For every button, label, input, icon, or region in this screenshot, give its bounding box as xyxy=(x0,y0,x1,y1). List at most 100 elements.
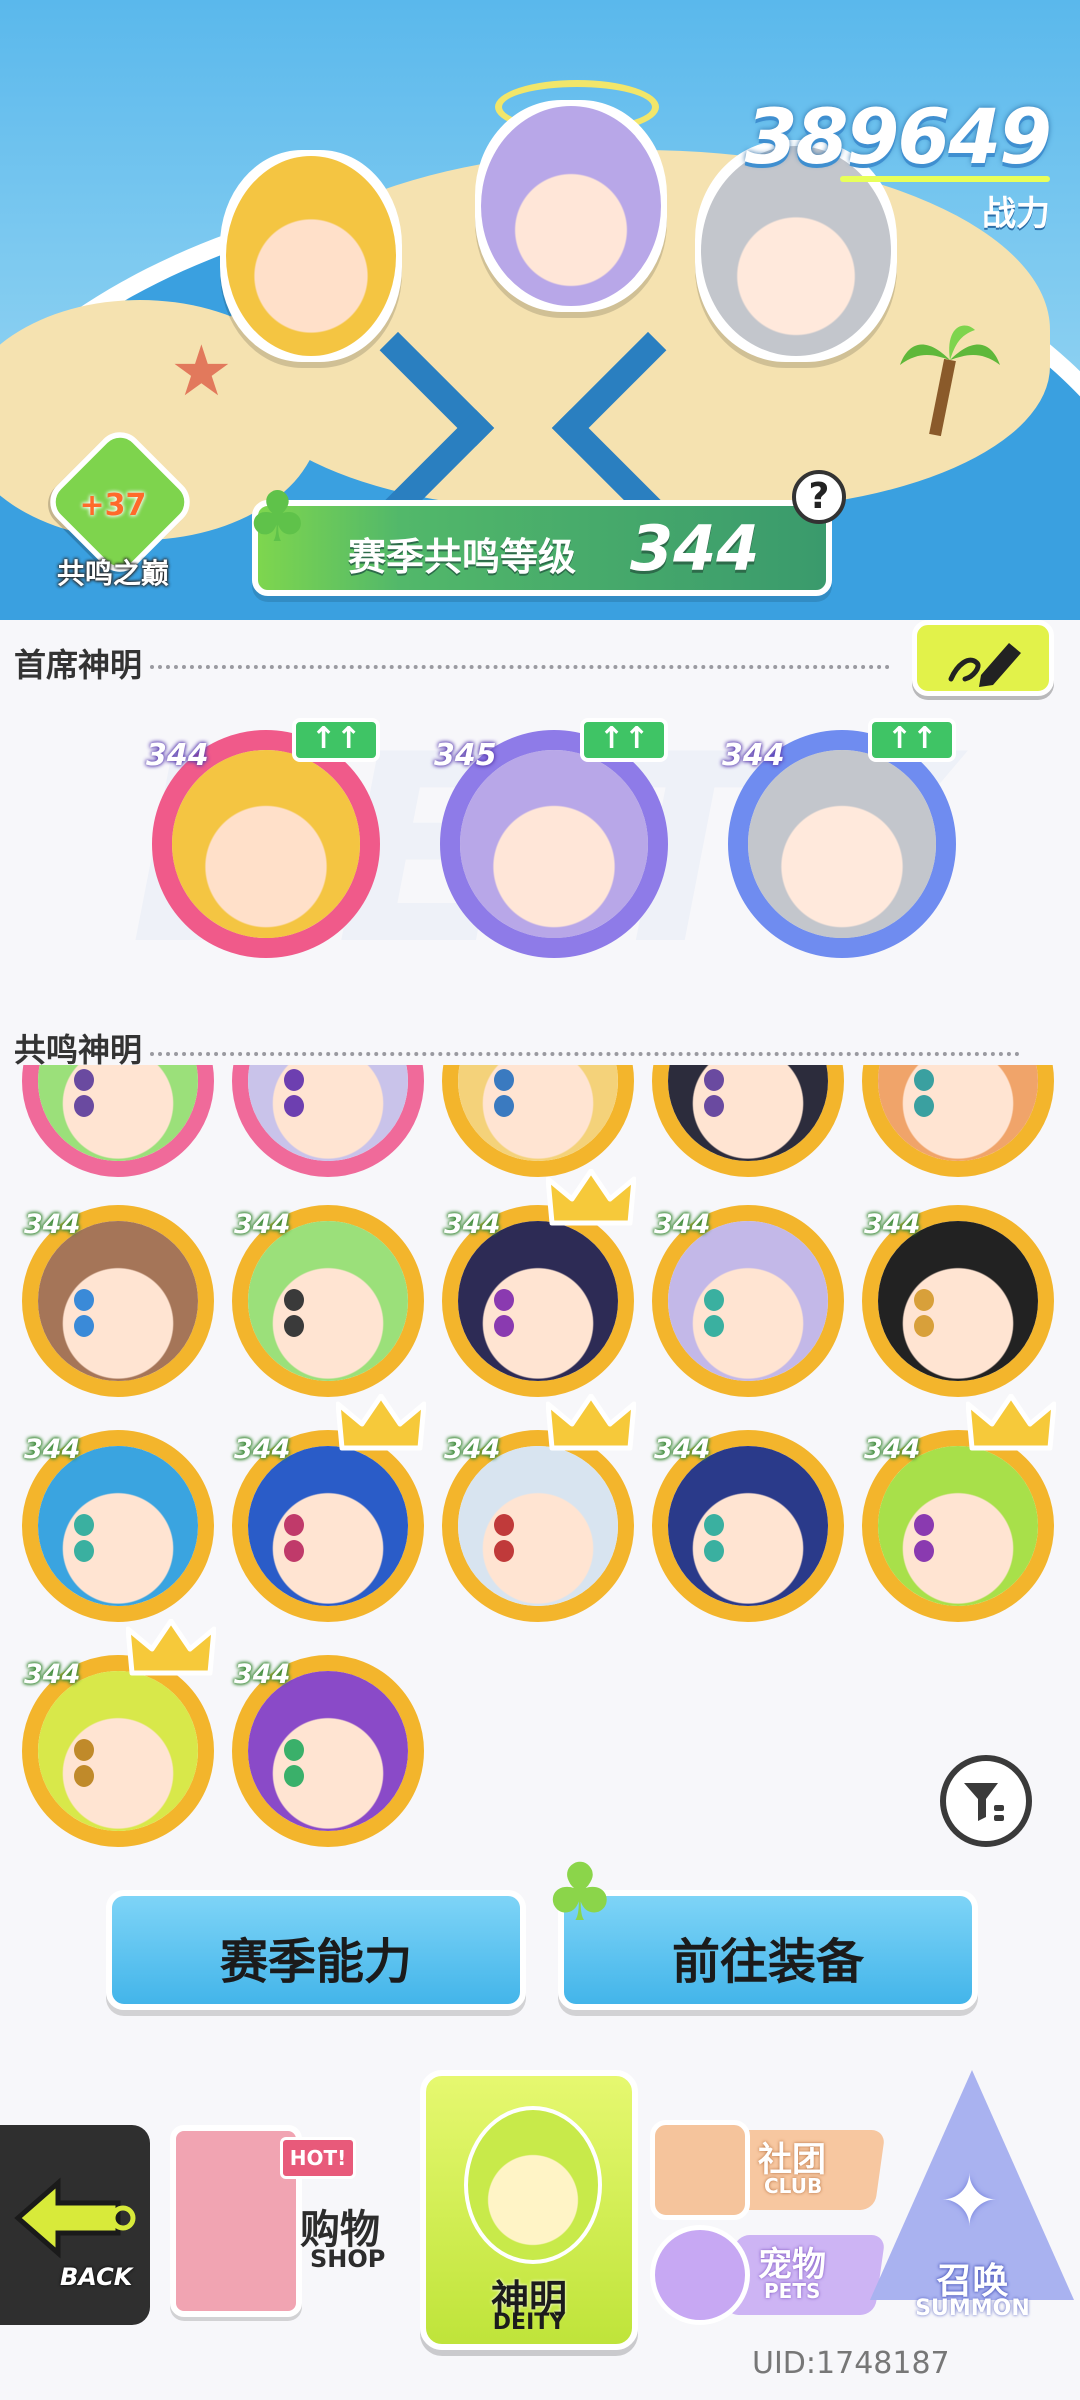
pets-button[interactable]: 宠物 PETS xyxy=(640,2225,886,2325)
deity-eyes xyxy=(494,1289,582,1337)
crown-icon xyxy=(336,1394,426,1451)
summon-button[interactable]: ✦ 召唤 SUMMON xyxy=(870,2070,1075,2335)
resonance-label: 赛季共鸣等级 xyxy=(348,535,577,579)
resonance-deity-card[interactable]: 344 xyxy=(652,1205,844,1397)
deity-portrait xyxy=(172,750,360,938)
combat-power-value: 389649 xyxy=(744,92,1052,181)
deity-level: 345 xyxy=(434,738,497,773)
deity-level: 344 xyxy=(722,738,785,773)
summon-sublabel: SUMMON xyxy=(915,2296,1030,2321)
resonance-deity-card[interactable]: 344 xyxy=(862,1205,1054,1397)
peak-name: 共鸣之巅 xyxy=(56,557,169,590)
back-button[interactable]: BACK xyxy=(0,2125,150,2325)
deity-level: 344 xyxy=(24,1659,81,1690)
deity-level: 344 xyxy=(24,1209,81,1240)
back-arrow-icon xyxy=(14,2177,136,2259)
deity-eyes xyxy=(74,1289,162,1337)
club-sublabel: CLUB xyxy=(764,2174,823,2198)
deity-level: 344 xyxy=(654,1209,711,1240)
back-label: BACK xyxy=(60,2263,133,2291)
filter-icon xyxy=(964,1783,1004,1821)
user-id: UID:1748187 xyxy=(752,2346,950,2381)
chief-deity-card[interactable]: 344 ↑↑ xyxy=(146,718,380,958)
resonance-deity-card[interactable] xyxy=(232,1065,424,1177)
deity-eyes xyxy=(914,1069,1002,1117)
resonance-deity-grid: 344 344 344 344 344 344 344 344 344 344 344 344 xyxy=(0,1065,1080,1895)
season-resonance-level-bar: ♣ 赛季共鸣等级 344 xyxy=(246,476,832,596)
deity-eyes xyxy=(284,1289,372,1337)
deity-eyes xyxy=(494,1514,582,1562)
crown-icon xyxy=(966,1394,1056,1451)
crown-icon xyxy=(546,1169,636,1226)
help-button[interactable]: ? xyxy=(792,470,846,524)
shop-button[interactable]: HOT! 购物 SHOP xyxy=(160,2085,400,2335)
upgrade-arrow-icon: ↑↑ xyxy=(868,718,956,762)
team-scene: ★ 389649 战力 +37 共鸣之巅 ♣ 赛季共鸣等级 344 ? xyxy=(0,0,1080,620)
upgrade-arrow-icon: ↑↑ xyxy=(580,718,668,762)
resonance-deity-card[interactable]: 344 xyxy=(22,1619,216,1847)
team-character-2[interactable] xyxy=(475,100,667,312)
resonance-deity-card[interactable]: 344 xyxy=(232,1394,426,1622)
resonance-deity-card[interactable]: 344 xyxy=(22,1430,214,1622)
deity-eyes xyxy=(284,1069,372,1117)
section-divider xyxy=(150,1052,1020,1056)
palm-leaf-icon: ♣ xyxy=(246,476,309,558)
bottom-navigation: BACK HOT! 购物 SHOP 神明 DEITY 社团 CLUB 宠物 PE… xyxy=(0,2050,1080,2350)
resonance-deity-card[interactable] xyxy=(862,1065,1054,1177)
resonance-deity-card[interactable] xyxy=(652,1065,844,1177)
deity-eyes xyxy=(494,1069,582,1117)
deity-level: 344 xyxy=(234,1434,291,1465)
resonance-deity-card[interactable] xyxy=(442,1065,634,1177)
deity-level: 344 xyxy=(146,738,209,773)
deity-level: 344 xyxy=(864,1434,921,1465)
chief-deity-title: 首席神明 xyxy=(14,646,143,684)
deity-level: 344 xyxy=(234,1659,291,1690)
chief-deity-card[interactable]: 344 ↑↑ xyxy=(722,718,956,958)
resonance-deity-card[interactable]: 344 xyxy=(442,1394,636,1622)
deity-portrait xyxy=(460,750,648,938)
deity-eyes xyxy=(704,1514,792,1562)
resonance-deity-card[interactable]: 344 xyxy=(862,1394,1056,1622)
resonance-deity-card[interactable]: 344 xyxy=(232,1205,424,1397)
deity-avatar-icon xyxy=(464,2106,602,2264)
season-ability-button[interactable]: 赛季能力 xyxy=(106,1890,526,2010)
crown-icon xyxy=(126,1619,216,1676)
pencil-icon xyxy=(948,643,1021,687)
deity-eyes xyxy=(914,1289,1002,1337)
palm-tree-icon xyxy=(900,325,1000,437)
deity-level: 344 xyxy=(654,1434,711,1465)
resonance-deity-card[interactable]: 344 xyxy=(22,1205,214,1397)
deity-eyes xyxy=(704,1069,792,1117)
deity-tab-button[interactable]: 神明 DEITY xyxy=(420,2070,638,2350)
deity-eyes xyxy=(74,1514,162,1562)
team-character-1[interactable] xyxy=(220,150,402,362)
starfish-icon: ★ xyxy=(170,330,233,412)
deity-eyes xyxy=(74,1069,162,1117)
edit-team-button[interactable] xyxy=(912,620,1054,696)
deity-level: 344 xyxy=(24,1434,81,1465)
chief-deity-card[interactable]: 345 ↑↑ xyxy=(434,718,668,958)
pet-icon xyxy=(650,2225,750,2325)
club-button[interactable]: 社团 CLUB xyxy=(640,2120,886,2220)
season-ability-label: 赛季能力 xyxy=(219,1934,412,1990)
resonance-level: 344 xyxy=(630,512,760,585)
crown-icon xyxy=(546,1394,636,1451)
deity-level: 344 xyxy=(444,1434,501,1465)
filter-button[interactable] xyxy=(940,1755,1032,1847)
club-bag-icon xyxy=(650,2120,750,2220)
deity-eyes xyxy=(704,1289,792,1337)
pets-sublabel: PETS xyxy=(764,2279,821,2303)
deity-eyes xyxy=(284,1514,372,1562)
combat-power-label: 战力 xyxy=(982,194,1050,234)
hot-badge: HOT! xyxy=(280,2137,356,2179)
deity-level: 344 xyxy=(864,1209,921,1240)
deity-eyes xyxy=(914,1514,1002,1562)
resonance-deity-card[interactable]: 344 xyxy=(442,1169,636,1397)
resonance-deity-card[interactable]: 344 xyxy=(652,1430,844,1622)
deity-level: 344 xyxy=(444,1209,501,1240)
resonance-deity-card[interactable]: 344 xyxy=(232,1655,424,1847)
resonance-peak-badge[interactable]: +37 共鸣之巅 xyxy=(38,422,200,590)
resonance-deity-card[interactable] xyxy=(22,1065,214,1177)
deity-eyes xyxy=(284,1739,372,1787)
go-equip-button[interactable]: ♣ 前往装备 xyxy=(544,1846,978,2010)
